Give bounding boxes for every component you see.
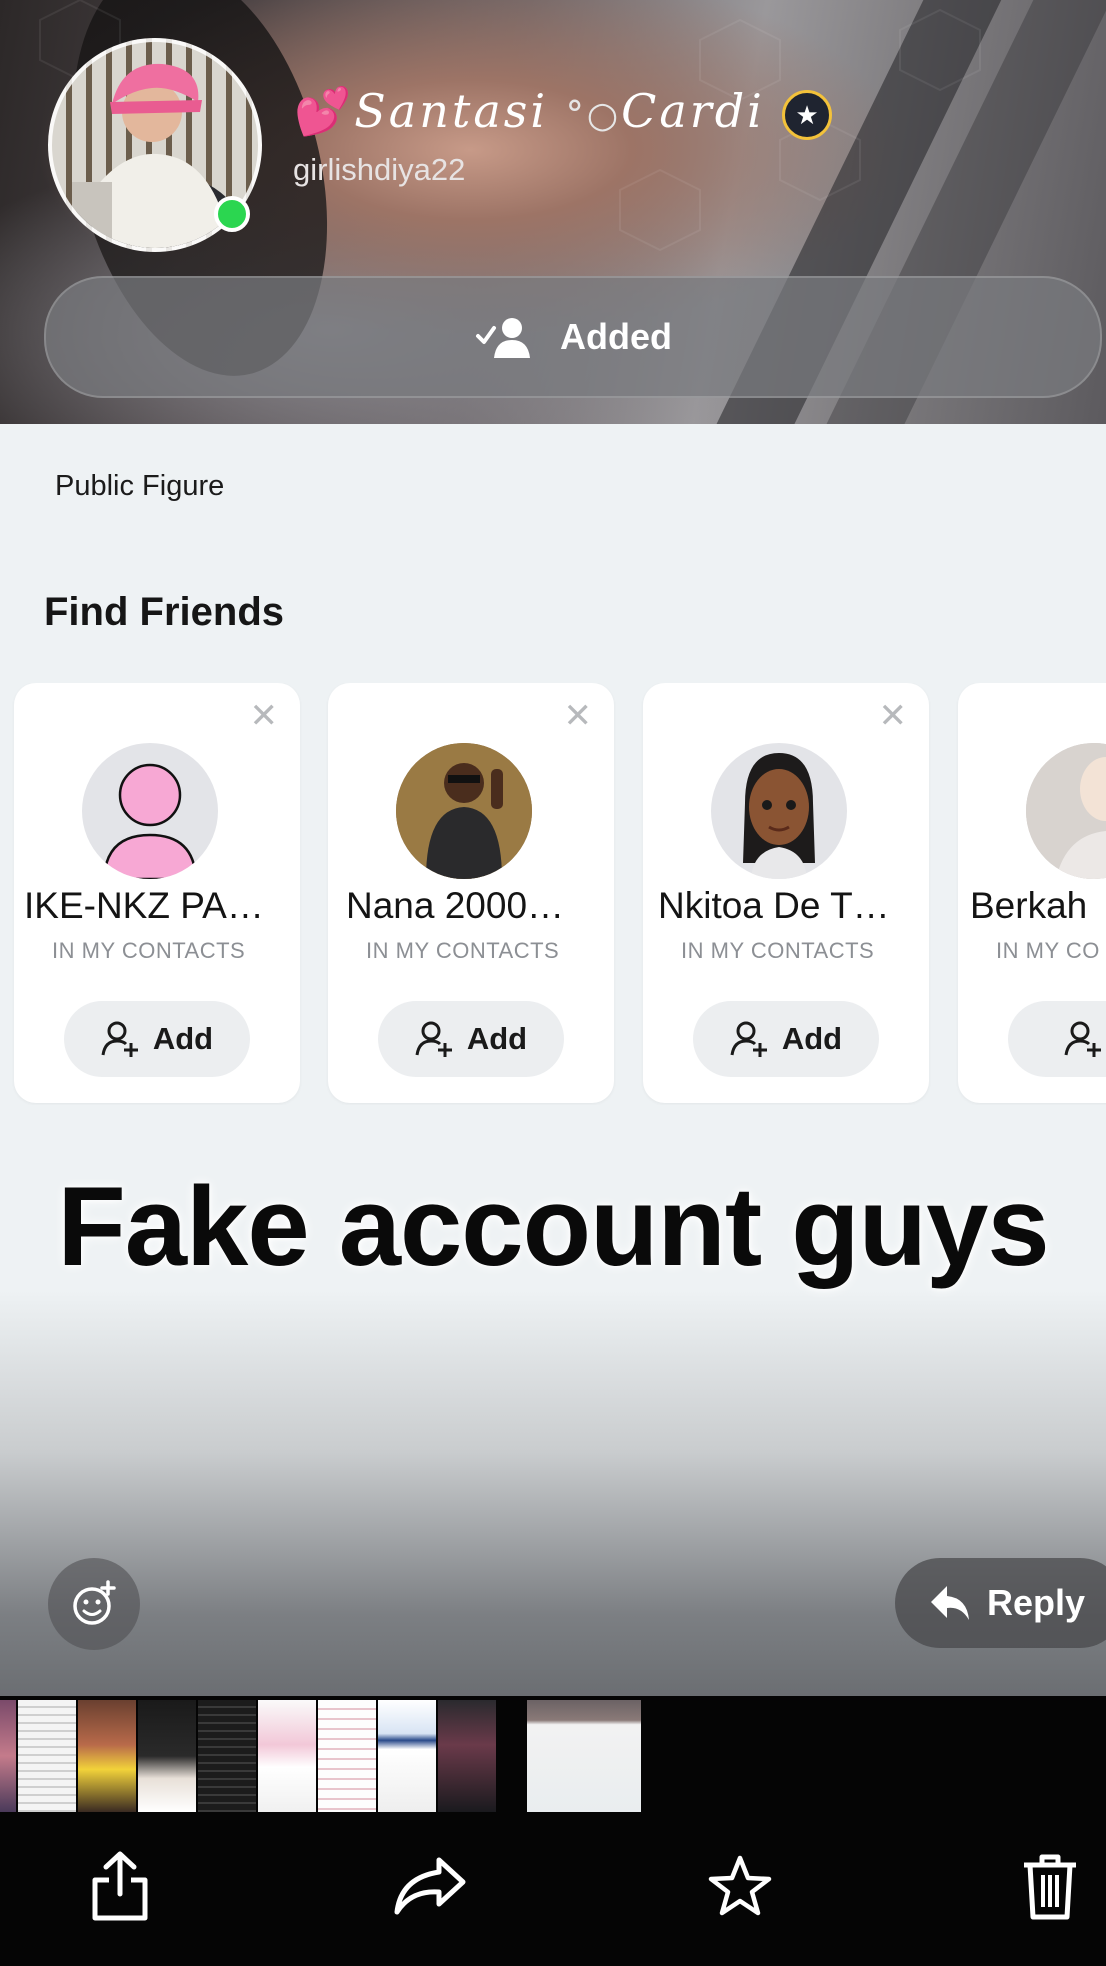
trash-icon — [1024, 1854, 1076, 1920]
forward-button[interactable] — [390, 1846, 470, 1926]
add-user-icon — [101, 1021, 138, 1057]
favorite-button[interactable] — [700, 1846, 780, 1926]
thumbnail[interactable] — [378, 1700, 436, 1812]
profile-category: Public Figure — [55, 470, 225, 502]
sticker-button[interactable] — [48, 1558, 140, 1650]
find-friends-carousel[interactable]: ✕ IKE-NKZ PA… IN MY CONTACTS Add ✕ Nana … — [0, 683, 1106, 1105]
thumbnail[interactable] — [198, 1700, 256, 1812]
friend-avatar — [396, 743, 532, 879]
close-icon[interactable]: ✕ — [564, 699, 593, 733]
friend-card[interactable]: Berkah IN MY CO A — [958, 683, 1106, 1103]
star-badge-icon[interactable]: ★ — [782, 90, 832, 140]
add-user-icon — [415, 1021, 452, 1057]
username: girlishdiya22 — [293, 152, 466, 187]
add-user-icon — [1064, 1021, 1101, 1057]
close-icon[interactable]: ✕ — [879, 699, 908, 733]
thumbnail[interactable] — [0, 1700, 16, 1812]
star-icon — [708, 1855, 772, 1916]
add-friend-button[interactable]: Add — [378, 1001, 564, 1077]
thumbnail[interactable] — [438, 1700, 496, 1812]
thumbnail-current[interactable] — [527, 1700, 641, 1812]
thumbnail[interactable] — [18, 1700, 76, 1812]
close-icon[interactable]: ✕ — [250, 699, 279, 733]
online-status-dot — [214, 196, 250, 232]
forward-icon — [394, 1857, 466, 1915]
bottom-toolbar — [0, 1816, 1106, 1966]
delete-button[interactable] — [1010, 1846, 1090, 1926]
friend-subtitle: IN MY CONTACTS — [52, 938, 246, 963]
thumbnail[interactable] — [138, 1700, 196, 1812]
hearts-emoji: 💕 — [294, 84, 355, 138]
reply-button[interactable]: Reply — [895, 1558, 1106, 1648]
friend-card[interactable]: ✕ Nana 2000… IN MY CONTACTS Add — [328, 683, 614, 1103]
friend-avatar — [1026, 743, 1106, 879]
friend-card[interactable]: ✕ Nkitoa De T… IN MY CONTACTS Add — [643, 683, 929, 1103]
friend-avatar — [82, 743, 218, 879]
share-icon — [92, 1851, 148, 1921]
rings-emoji: °○ — [565, 95, 622, 136]
friend-added-icon — [476, 318, 530, 358]
friend-name: IKE-NKZ PA… — [24, 885, 264, 926]
add-friend-button[interactable]: Add — [693, 1001, 879, 1077]
friend-subtitle: IN MY CO — [996, 938, 1100, 963]
thumbnail[interactable] — [318, 1700, 376, 1812]
display-name: 💕Santasi °○Cardi — [294, 84, 765, 138]
friend-name: Berkah — [970, 885, 1088, 926]
friend-name: Nana 2000… — [346, 885, 565, 926]
add-friend-button[interactable]: Add — [64, 1001, 250, 1077]
reply-arrow-icon — [931, 1586, 969, 1620]
friend-name: Nkitoa De T… — [658, 885, 890, 926]
add-sticker-icon — [73, 1580, 116, 1625]
add-friend-button[interactable]: A — [1008, 1001, 1106, 1077]
added-button[interactable]: Added — [44, 276, 1102, 398]
add-user-icon — [730, 1021, 767, 1057]
friend-avatar — [711, 743, 847, 879]
profile-header: 💕Santasi °○Cardi ★ girlishdiya22 Added — [0, 0, 1106, 424]
find-friends-title: Find Friends — [44, 590, 284, 634]
share-button[interactable] — [80, 1846, 160, 1926]
thumbnail[interactable] — [78, 1700, 136, 1812]
friend-subtitle: IN MY CONTACTS — [681, 938, 875, 963]
friend-subtitle: IN MY CONTACTS — [366, 938, 560, 963]
caption-text: Fake account guys — [57, 1164, 1049, 1289]
friend-card[interactable]: ✕ IKE-NKZ PA… IN MY CONTACTS Add — [14, 683, 300, 1103]
thumbnail[interactable] — [258, 1700, 316, 1812]
thumbnail-strip[interactable] — [0, 1696, 1106, 1816]
